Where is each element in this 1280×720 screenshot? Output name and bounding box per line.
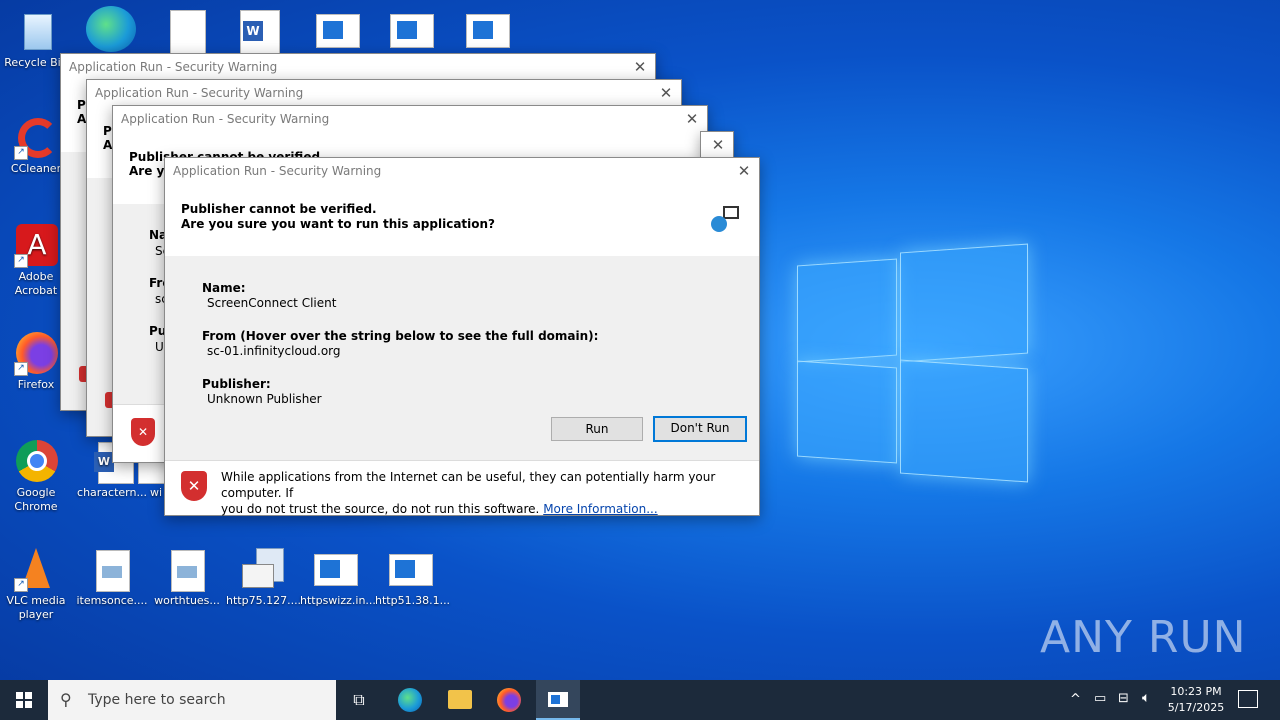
warning-text-line-2: you do not trust the source, do not run … xyxy=(221,502,540,516)
mail-file-icon xyxy=(240,548,284,592)
run-button[interactable]: Run xyxy=(551,417,643,441)
desktop-icon-http51[interactable]: http51.38.1... xyxy=(375,548,451,608)
dialog-title: Application Run - Security Warning xyxy=(95,86,304,100)
desktop-icon-httpswizz[interactable]: httpswizz.in... xyxy=(300,548,376,608)
more-information-link[interactable]: More Information... xyxy=(543,502,657,516)
recycle-bin-icon xyxy=(14,10,58,54)
notification-icon[interactable] xyxy=(1238,690,1258,708)
publisher-value: Unknown Publisher xyxy=(207,392,322,406)
close-icon[interactable]: ✕ xyxy=(657,80,675,106)
desktop-icon-itemsonce[interactable]: itemsonce.... xyxy=(76,548,148,608)
app-file-icon xyxy=(389,548,433,592)
close-icon[interactable]: ✕ xyxy=(631,54,649,80)
from-value[interactable]: sc-01.infinitycloud.org xyxy=(207,344,341,358)
desktop-icon-chrome[interactable]: Google Chrome xyxy=(0,440,72,514)
desktop-icon-worthtues[interactable]: worthtues... xyxy=(151,548,223,608)
clock-time: 10:23 PM xyxy=(1170,685,1222,698)
search-placeholder: Type here to search xyxy=(88,692,226,708)
taskbar-search-box[interactable]: ⚲ Type here to search xyxy=(48,680,336,720)
chevron-up-icon[interactable]: ^ xyxy=(1070,692,1081,707)
app-file-icon[interactable] xyxy=(466,14,510,48)
firefox-taskbar-icon[interactable] xyxy=(497,688,521,712)
taskbar: ⚲ Type here to search ⧉ ^ ▭ ⊟ 🔈︎ 10:23 P… xyxy=(0,680,1280,720)
battery-icon[interactable]: ▭ xyxy=(1094,691,1106,706)
edge-taskbar-icon[interactable] xyxy=(398,688,422,712)
from-label: From (Hover over the string below to see… xyxy=(202,329,599,343)
search-icon: ⚲ xyxy=(60,690,72,709)
image-file-icon[interactable] xyxy=(170,10,206,54)
task-view-icon[interactable]: ⧉ xyxy=(348,690,370,710)
desktop-icon-label: itemsonce.... xyxy=(76,594,148,607)
dialog-heading-1: Publisher cannot be verified. xyxy=(181,202,377,216)
close-icon[interactable]: ✕ xyxy=(683,106,701,132)
security-warning-dialog[interactable]: Application Run - Security Warning ✕ Publ… xyxy=(164,157,760,516)
active-app-taskbar-icon[interactable] xyxy=(536,680,580,720)
app-file-icon xyxy=(314,548,358,592)
desktop-icon-label: httpswizz.in... xyxy=(300,594,376,607)
close-icon[interactable]: ✕ xyxy=(735,158,753,184)
firefox-icon: ↗ xyxy=(14,332,58,376)
desktop-icon-http75[interactable]: http75.127.... xyxy=(226,548,302,608)
desktop-icon-label: wi xyxy=(149,486,163,499)
clock[interactable]: 10:23 PM 5/17/2025 xyxy=(1166,684,1226,716)
application-globe-icon xyxy=(711,206,741,236)
desktop-icon-label: Recycle Bin xyxy=(4,56,68,69)
publisher-label: Publisher: xyxy=(202,377,271,391)
app-file-icon[interactable] xyxy=(390,14,434,48)
desktop-icon-label: worthtues... xyxy=(154,594,220,607)
file-explorer-icon[interactable] xyxy=(448,690,472,709)
dialog-heading-2: Are you sure you want to run this applic… xyxy=(181,217,496,231)
vlc-icon: ↗ xyxy=(14,548,58,592)
ccleaner-icon: ↗ xyxy=(14,116,58,160)
name-label: Name: xyxy=(202,281,246,295)
warning-text-line-1: While applications from the Internet can… xyxy=(221,470,716,500)
app-file-icon[interactable] xyxy=(316,14,360,48)
start-button[interactable] xyxy=(0,680,48,720)
image-file-icon xyxy=(165,548,209,592)
desktop-icon-label: http75.127.... xyxy=(226,594,302,607)
word-doc-icon[interactable]: W xyxy=(240,10,280,54)
dialog-title: Application Run - Security Warning xyxy=(173,164,382,178)
security-warning-dialog-bg-4[interactable]: ✕ xyxy=(700,131,734,159)
desktop-icon-label: Firefox xyxy=(17,378,55,391)
image-file-icon xyxy=(90,548,134,592)
dialog-title: Application Run - Security Warning xyxy=(69,60,278,74)
network-icon[interactable]: ⊟ xyxy=(1118,691,1129,706)
anyrun-watermark: ANY RUN xyxy=(1040,612,1247,663)
shield-warning-icon: ✕ xyxy=(131,418,155,446)
desktop-icon-label: Google Chrome xyxy=(14,486,58,513)
chrome-icon xyxy=(14,440,58,484)
dialog-title: Application Run - Security Warning xyxy=(121,112,330,126)
edge-desktop-icon[interactable] xyxy=(86,6,136,52)
adobe-acrobat-icon: A ↗ xyxy=(14,224,58,268)
desktop-icon-label: VLC media player xyxy=(6,594,66,621)
name-value: ScreenConnect Client xyxy=(207,296,337,310)
desktop-icon-label: CCleaner xyxy=(10,162,62,175)
volume-icon[interactable]: 🔈︎ xyxy=(1142,690,1150,706)
desktop-icon-vlc[interactable]: ↗ VLC media player xyxy=(0,548,72,622)
close-icon[interactable]: ✕ xyxy=(709,132,727,158)
clock-date: 5/17/2025 xyxy=(1167,701,1225,714)
dont-run-button[interactable]: Don't Run xyxy=(653,416,747,442)
shield-warning-icon: ✕ xyxy=(181,471,207,501)
desktop-icon-label: http51.38.1... xyxy=(375,594,451,607)
desktop-icon-label: Adobe Acrobat xyxy=(14,270,58,297)
